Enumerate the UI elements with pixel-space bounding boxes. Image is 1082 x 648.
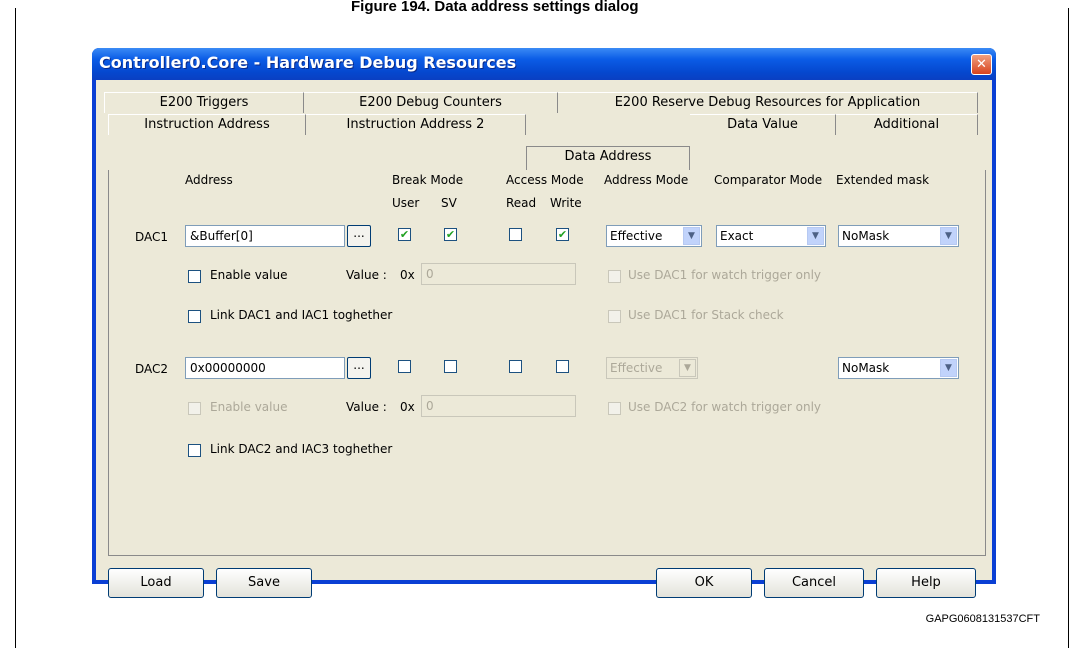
header-extended-mask: Extended mask	[836, 173, 930, 187]
dac2-address-mode-select[interactable]: Effective ▼	[606, 357, 698, 379]
dac1-comparator-mode-select[interactable]: Exact ▼	[716, 225, 826, 247]
dac1-address-mode-select[interactable]: Effective ▼	[606, 225, 702, 247]
dac2-watch-trigger-label: Use DAC2 for watch trigger only	[628, 400, 822, 414]
header-address-mode: Address Mode	[604, 173, 689, 187]
dac1-sv-checkbox[interactable]: ✔	[444, 228, 457, 241]
dac1-comparator-mode-value: Exact	[720, 229, 754, 243]
dac2-address-input[interactable]: 0x00000000	[185, 357, 345, 379]
dac2-link-label: Link DAC2 and IAC3 toghether	[210, 442, 393, 456]
load-button[interactable]: Load	[108, 568, 204, 598]
dac2-extended-mask-value: NoMask	[842, 361, 890, 375]
tab-instruction-address[interactable]: Instruction Address	[108, 114, 306, 135]
tab-e200-debug-counters[interactable]: E200 Debug Counters	[304, 92, 558, 113]
dac1-address-mode-value: Effective	[610, 229, 663, 243]
header-user: User	[392, 196, 420, 210]
hardware-debug-dialog: Controller0.Core - Hardware Debug Resour…	[92, 48, 996, 598]
header-access-mode: Access Mode	[506, 173, 584, 187]
tab-data-address[interactable]: Data Address	[526, 146, 690, 170]
header-break-mode: Break Mode	[392, 173, 464, 187]
close-icon[interactable]: ✕	[971, 54, 992, 75]
dac2-value-label: Value :	[346, 400, 387, 414]
chevron-down-icon[interactable]: ▼	[679, 359, 696, 377]
figure-caption: Figure 194. Data address settings dialog	[351, 0, 639, 15]
dac2-read-checkbox[interactable]	[509, 360, 522, 373]
dac1-link-label: Link DAC1 and IAC1 toghether	[210, 308, 393, 322]
dac2-extended-mask-select[interactable]: NoMask ▼	[838, 357, 959, 379]
tab-additional[interactable]: Additional	[836, 114, 978, 135]
dac1-value-label: Value :	[346, 268, 387, 282]
dac2-link-checkbox[interactable]	[188, 444, 201, 457]
dac1-stack-check-label: Use DAC1 for Stack check	[628, 308, 784, 322]
dac2-enable-value-checkbox[interactable]	[188, 402, 201, 415]
chevron-down-icon[interactable]: ▼	[683, 227, 700, 245]
tab-data-value[interactable]: Data Value	[690, 114, 836, 135]
dac2-value-input[interactable]: 0	[421, 395, 576, 417]
dac2-value-prefix: 0x	[400, 400, 415, 414]
dac1-enable-value-label: Enable value	[210, 268, 288, 282]
dac1-user-checkbox[interactable]: ✔	[398, 228, 411, 241]
dac2-label: DAC2	[135, 362, 169, 376]
chevron-down-icon[interactable]: ▼	[807, 227, 824, 245]
header-comparator-mode: Comparator Mode	[714, 173, 823, 187]
dac1-stack-check-checkbox[interactable]	[608, 310, 621, 323]
dac2-user-checkbox[interactable]	[398, 360, 411, 373]
dac1-read-checkbox[interactable]	[509, 228, 522, 241]
dac1-address-input[interactable]: &Buffer[0]	[185, 225, 345, 247]
dac1-enable-value-checkbox[interactable]	[188, 270, 201, 283]
dialog-title: Controller0.Core - Hardware Debug Resour…	[99, 53, 517, 72]
header-read: Read	[506, 196, 537, 210]
dac1-label: DAC1	[135, 230, 169, 244]
header-address: Address	[185, 173, 233, 187]
dac1-browse-button[interactable]: ...	[347, 225, 371, 247]
title-bar[interactable]: Controller0.Core - Hardware Debug Resour…	[92, 48, 996, 80]
dac2-enable-value-label: Enable value	[210, 400, 288, 414]
dac1-write-checkbox[interactable]: ✔	[556, 228, 569, 241]
save-button[interactable]: Save	[216, 568, 312, 598]
header-sv: SV	[441, 196, 457, 210]
header-write: Write	[550, 196, 582, 210]
dac1-value-prefix: 0x	[400, 268, 415, 282]
tab-e200-reserve-debug-resources[interactable]: E200 Reserve Debug Resources for Applica…	[558, 92, 978, 113]
dac1-value-input[interactable]: 0	[421, 263, 576, 285]
dac2-sv-checkbox[interactable]	[444, 360, 457, 373]
tab-e200-triggers[interactable]: E200 Triggers	[104, 92, 304, 113]
chevron-down-icon[interactable]: ▼	[940, 359, 957, 377]
cancel-button[interactable]: Cancel	[764, 568, 864, 598]
dac1-watch-trigger-checkbox[interactable]	[608, 270, 621, 283]
help-button[interactable]: Help	[876, 568, 976, 598]
chevron-down-icon[interactable]: ▼	[940, 227, 957, 245]
dac2-address-mode-value: Effective	[610, 361, 663, 375]
ok-button[interactable]: OK	[656, 568, 752, 598]
dac1-watch-trigger-label: Use DAC1 for watch trigger only	[628, 268, 822, 282]
dac2-browse-button[interactable]: ...	[347, 357, 371, 379]
dialog-client: E200 Triggers E200 Debug Counters E200 R…	[96, 80, 992, 598]
dac1-extended-mask-value: NoMask	[842, 229, 890, 243]
dac1-extended-mask-select[interactable]: NoMask ▼	[838, 225, 959, 247]
dac1-link-checkbox[interactable]	[188, 310, 201, 323]
dac2-write-checkbox[interactable]	[556, 360, 569, 373]
tab-instruction-address-2[interactable]: Instruction Address 2	[306, 114, 526, 135]
dac2-watch-trigger-checkbox[interactable]	[608, 402, 621, 415]
figure-id: GAPG0608131537CFT	[925, 613, 1040, 625]
